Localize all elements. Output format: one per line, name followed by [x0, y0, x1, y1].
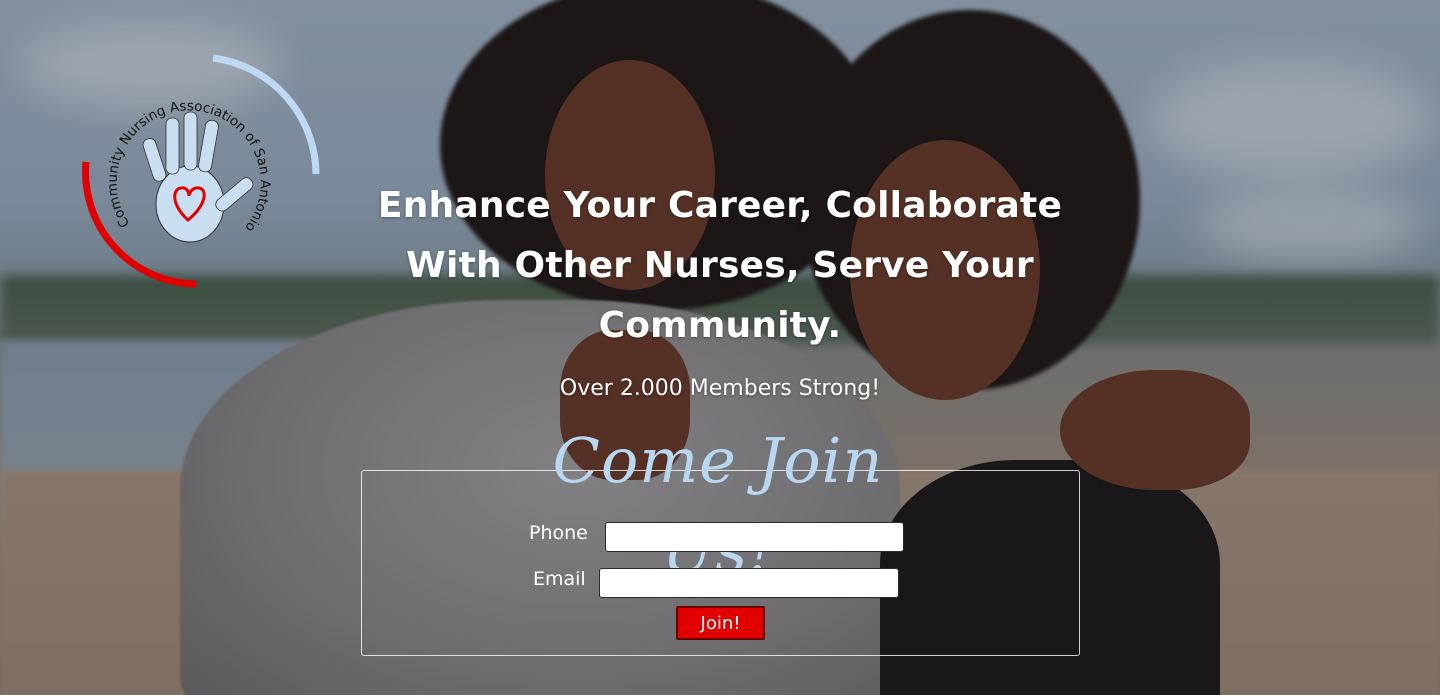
email-label: Email	[533, 568, 586, 590]
headline-line-1: Enhance Your Career, Collaborate	[377, 185, 1063, 226]
phone-label: Phone	[529, 522, 588, 544]
headline-line-3: Community.	[598, 305, 842, 346]
logo: Community Nursing Association of San Ant…	[82, 54, 320, 288]
form-title: Come Join Us!	[552, 424, 884, 587]
headline: Enhance Your Career, Collaborate With Ot…	[345, 176, 1095, 356]
members-count-subline: Over 2.000 Members Strong!	[559, 376, 881, 401]
headline-line-2: With Other Nurses, Serve Your	[406, 245, 1034, 286]
join-button[interactable]: Join!	[676, 606, 765, 640]
phone-input[interactable]	[605, 522, 904, 552]
email-input[interactable]	[599, 568, 899, 598]
